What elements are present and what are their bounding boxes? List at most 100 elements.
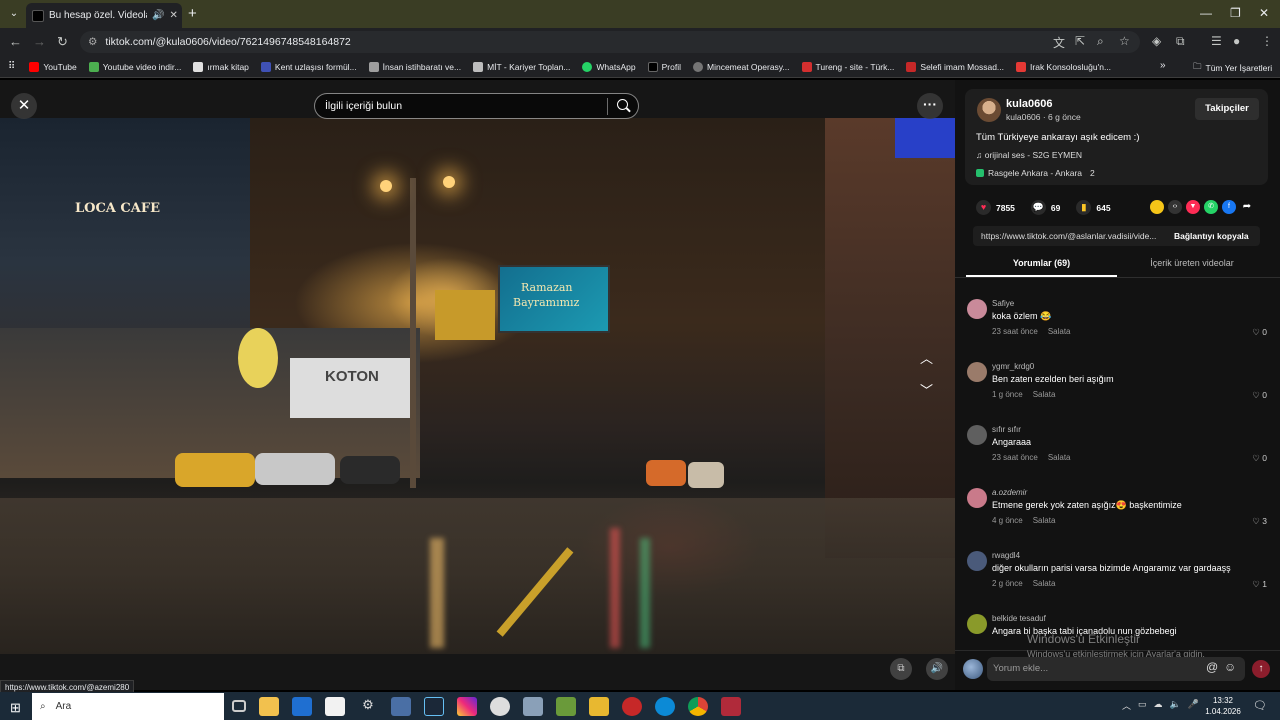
bookmark-mincemeat[interactable]: Mincemeat Operasy... <box>693 61 790 72</box>
app-icon[interactable] <box>721 697 741 716</box>
microphone-icon[interactable]: 🎤 <box>1188 699 1199 712</box>
comment-like[interactable]: ♡ 0 <box>1252 327 1267 338</box>
comment-like[interactable]: ♡ 0 <box>1252 453 1267 464</box>
author-avatar[interactable] <box>977 98 1001 122</box>
reply-button[interactable]: Salata <box>1048 327 1071 336</box>
profile-avatar-icon[interactable]: ● <box>1233 34 1240 48</box>
outlook-icon[interactable] <box>292 697 312 716</box>
reading-list-icon[interactable]: ☰ <box>1211 34 1222 48</box>
notification-center-icon[interactable]: 🗨 <box>1253 699 1267 712</box>
more-options-button[interactable]: ··· <box>917 93 943 119</box>
minecraft-icon[interactable] <box>556 697 576 716</box>
app-icon[interactable] <box>391 697 411 716</box>
related-search-input[interactable]: İlgili içeriği bulun <box>314 93 639 119</box>
commenter-avatar[interactable] <box>967 425 987 445</box>
audio-playing-icon[interactable]: 🔊 <box>152 10 164 21</box>
reload-icon[interactable]: ↻ <box>57 34 68 50</box>
all-bookmarks-button[interactable]: 🗀 Tüm Yer İşaretleri <box>1193 61 1272 75</box>
commenter-avatar[interactable] <box>967 299 987 319</box>
reply-button[interactable]: Salata <box>1033 516 1056 525</box>
copy-link-button[interactable]: Bağlantıyı kopyala <box>1174 231 1249 241</box>
direct-message-icon[interactable]: ▼ <box>1186 200 1200 214</box>
system-clock[interactable]: 13:32 1.04.2026 <box>1203 695 1243 717</box>
bookmark-insan-istihbarati[interactable]: İnsan istihbaratı ve... <box>368 61 461 72</box>
commenter-name[interactable]: sıfır sıfır <box>992 425 1021 434</box>
app-icon[interactable] <box>622 697 642 716</box>
bookmark-selefi[interactable]: Selefi imam Mossad... <box>906 61 1004 72</box>
apps-grid-icon[interactable]: ⠿ <box>8 61 15 72</box>
save-action[interactable]: ▮ 645 <box>1076 200 1111 215</box>
comment-like[interactable]: ♡ 3 <box>1252 516 1267 527</box>
browser-tab[interactable]: Bu hesap özel. Videoların 🔊 ✕ <box>26 3 182 28</box>
chatgpt-icon[interactable] <box>490 697 510 716</box>
zoom-icon[interactable]: ⌕ <box>1097 34 1104 49</box>
comment-action[interactable]: 💬 69 <box>1030 200 1060 215</box>
commenter-avatar[interactable] <box>967 551 987 571</box>
emoji-icon[interactable]: ☺ <box>1224 660 1236 674</box>
bookmark-tureng[interactable]: Tureng - site - Türk... <box>801 61 894 72</box>
commenter-avatar[interactable] <box>967 614 987 634</box>
store-icon[interactable] <box>325 697 345 716</box>
bookmark-kent-uzlasisi[interactable]: Kent uzlaşısı formül... <box>260 61 357 72</box>
new-tab-button[interactable]: + <box>188 5 197 22</box>
app-icon[interactable] <box>523 697 543 716</box>
bookmarks-overflow-icon[interactable]: » <box>1160 60 1166 71</box>
tab-creator-videos[interactable]: İçerik üreten videolar <box>1117 258 1267 268</box>
reply-button[interactable]: Salata <box>1048 453 1071 462</box>
tray-chevron-icon[interactable]: ︿ <box>1122 699 1131 712</box>
reply-button[interactable]: Salata <box>1033 579 1056 588</box>
commenter-name[interactable]: rwagdl4 <box>992 551 1020 560</box>
post-sound-link[interactable]: ♫ orijinal ses - S2G EYMEN <box>976 150 1082 160</box>
translate-icon[interactable]: 文 <box>1053 34 1065 51</box>
tab-search-chevron-icon[interactable]: ⌄ <box>6 6 22 22</box>
file-explorer-icon[interactable] <box>259 697 279 716</box>
taskbar-search[interactable]: ⌕ Ara <box>32 693 224 720</box>
followers-button[interactable]: Takipçiler <box>1195 98 1259 120</box>
forward-icon[interactable]: → <box>33 34 46 49</box>
edge-icon[interactable] <box>655 697 675 716</box>
whatsapp-share-icon[interactable]: ✆ <box>1204 200 1218 214</box>
commenter-name[interactable]: ygmr_krdg0 <box>992 362 1034 371</box>
back-icon[interactable]: ← <box>9 34 22 49</box>
author-username[interactable]: kula0606 <box>1006 98 1052 110</box>
bookmark-irmak-kitap[interactable]: ırmak kitap <box>193 61 249 72</box>
bookmark-youtube-downloader[interactable]: Youtube video indir... <box>88 61 181 72</box>
cast-icon[interactable]: ⇱ <box>1075 34 1085 48</box>
tab-comments[interactable]: Yorumlar (69) <box>966 258 1117 268</box>
more-share-arrow-icon[interactable]: ➦ <box>1240 200 1254 214</box>
tab-close-icon[interactable]: ✕ <box>169 10 177 21</box>
video-player[interactable]: LOCA CAFE KOTON Ramazan Bayramımız <box>0 80 955 690</box>
commenter-avatar[interactable] <box>967 488 987 508</box>
bookmark-mit-kariyer[interactable]: MİT - Kariyer Toplan... <box>473 61 570 72</box>
bookmark-irak-konsoloslugu[interactable]: Irak Konsolosluğu'n... <box>1016 61 1111 72</box>
volume-icon[interactable]: 🔈 <box>1170 699 1181 712</box>
mention-at-icon[interactable]: @ <box>1206 660 1218 674</box>
emoji-share-icon[interactable] <box>1150 200 1164 214</box>
video-frame[interactable]: LOCA CAFE KOTON Ramazan Bayramımız <box>0 118 955 654</box>
task-view-icon[interactable] <box>232 700 246 712</box>
bookmark-youtube[interactable]: YouTube <box>29 61 77 72</box>
chrome-icon[interactable] <box>688 697 708 716</box>
commenter-avatar[interactable] <box>967 362 987 382</box>
maximize-button[interactable]: ❐ <box>1230 6 1241 20</box>
minimize-button[interactable]: — <box>1200 6 1212 20</box>
post-location[interactable]: Rasgele Ankara - Ankara 2 <box>976 168 1095 178</box>
comment-like[interactable]: ♡ 0 <box>1252 390 1267 401</box>
windows-start-icon[interactable]: ⊞ <box>10 700 21 716</box>
extensions-icon[interactable]: ⧉ <box>1176 34 1185 49</box>
bookmark-whatsapp[interactable]: WhatsApp <box>582 61 636 72</box>
search-icon[interactable] <box>617 99 628 110</box>
bookmark-star-icon[interactable]: ☆ <box>1119 34 1130 48</box>
site-info-icon[interactable]: ⚙ <box>88 36 97 48</box>
shield-icon[interactable]: ◈ <box>1152 34 1161 48</box>
like-action[interactable]: ♥ 7855 <box>976 200 1015 215</box>
bookmark-profil[interactable]: Profil <box>647 61 681 72</box>
onedrive-icon[interactable]: ☁ <box>1154 699 1163 712</box>
app-icon[interactable] <box>589 697 609 716</box>
previous-video-chevron-up-icon[interactable]: ︿ <box>920 348 933 367</box>
commenter-name[interactable]: a.ozdemir <box>992 488 1027 497</box>
next-video-chevron-down-icon[interactable]: ﹀ <box>920 380 933 399</box>
commenter-name[interactable]: belkide tesaduf <box>992 614 1046 623</box>
close-video-button[interactable]: ✕ <box>11 93 37 119</box>
network-icon[interactable]: ▭ <box>1138 699 1147 712</box>
